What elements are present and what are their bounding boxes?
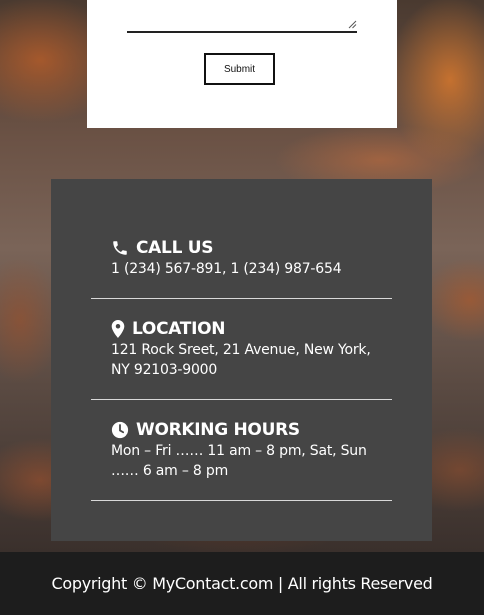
call-us-text: 1 (234) 567-891, 1 (234) 987-654 — [111, 261, 342, 277]
submit-button[interactable]: Submit — [204, 53, 275, 85]
call-us-title: CALL US — [136, 238, 214, 258]
call-us-section: CALL US 1 (234) 567-891, 1 (234) 987-654 — [91, 237, 392, 279]
location-text: 121 Rock Sreet, 21 Avenue, New York, NY … — [111, 342, 371, 378]
divider — [91, 399, 392, 400]
location-section: LOCATION 121 Rock Sreet, 21 Avenue, New … — [91, 318, 392, 380]
divider — [91, 298, 392, 299]
contact-info-card: CALL US 1 (234) 567-891, 1 (234) 987-654… — [51, 179, 432, 541]
working-hours-text: Mon – Fri …… 11 am – 8 pm, Sat, Sun …… 6… — [111, 443, 367, 479]
contact-form: Submit — [87, 0, 397, 128]
location-title: LOCATION — [132, 319, 226, 339]
map-pin-icon — [111, 320, 125, 338]
working-hours-section: WORKING HOURS Mon – Fri …… 11 am – 8 pm,… — [91, 419, 392, 481]
phone-icon — [111, 239, 129, 257]
resize-grip-icon[interactable] — [348, 20, 357, 29]
footer: Copyright © MyContact.com | All rights R… — [0, 552, 484, 615]
divider — [91, 500, 392, 501]
clock-icon — [111, 421, 129, 439]
working-hours-title: WORKING HOURS — [136, 420, 300, 440]
message-textarea[interactable] — [127, 31, 357, 33]
copyright-text: Copyright © MyContact.com | All rights R… — [51, 574, 433, 593]
